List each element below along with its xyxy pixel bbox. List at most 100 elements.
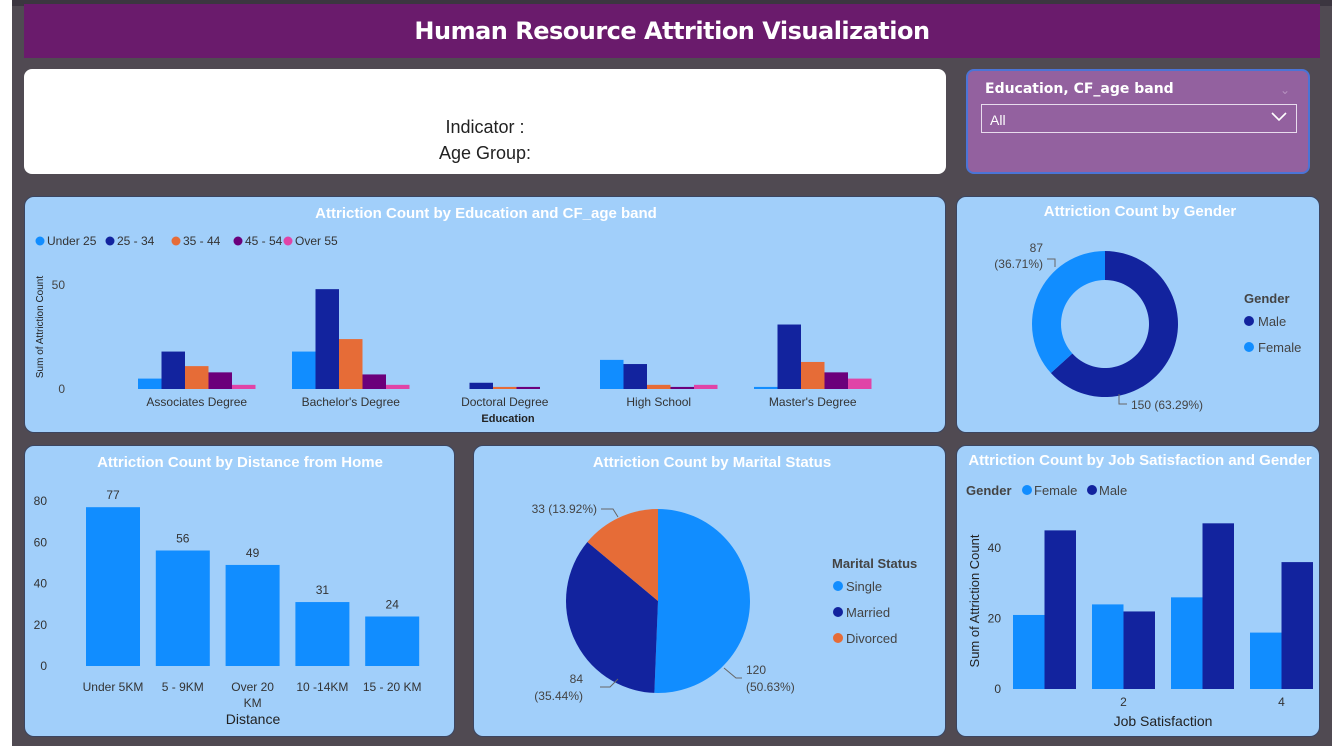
- report-title: Human Resource Attrition Visualization: [414, 17, 930, 45]
- chart-distance[interactable]: Attriction Count by Distance from Home 0 2…: [25, 446, 455, 737]
- bar-0-1: [1044, 530, 1076, 689]
- legend-marker-female: [1244, 342, 1254, 352]
- x-tick-label: Master's Degree: [769, 395, 857, 409]
- legend-marker-1: [105, 236, 115, 246]
- chart-title: Attriction Count by Education and CF_age…: [315, 205, 657, 222]
- slicer-selected-value: All: [990, 112, 1006, 128]
- chart-title: Attriction Count by Distance from Home: [97, 454, 383, 471]
- x-tick-label: 2: [1120, 695, 1127, 709]
- y-axis-title: Sum of Attriction Count: [35, 276, 46, 378]
- legend-title: Gender: [966, 483, 1012, 498]
- bar-3: [295, 602, 350, 666]
- legend-marker-married: [833, 607, 843, 617]
- data-label: 56: [176, 532, 190, 546]
- x-tick-label: Under 5KM: [83, 680, 144, 694]
- pie-slice-single: [654, 509, 751, 693]
- chart-job-satisfaction[interactable]: Attriction Count by Job Satisfaction and…: [957, 446, 1320, 737]
- age-group-label: Age Group:: [438, 142, 532, 163]
- bar-0-0: [138, 378, 162, 389]
- bar-2-3: [516, 386, 540, 389]
- chart-title: Attriction Count by Gender: [1044, 203, 1237, 220]
- legend-marker-male: [1087, 485, 1097, 495]
- chart-card-job-satisfaction: Attriction Count by Job Satisfaction and…: [956, 445, 1320, 737]
- legend-marker-male: [1244, 316, 1254, 326]
- legend-label: Male: [1099, 483, 1127, 498]
- indicator-card: Indicator : Age Group:: [24, 69, 946, 174]
- legend-label: Under 25: [47, 234, 97, 248]
- legend-label: Over 55: [295, 234, 338, 248]
- legend-label: Male: [1258, 314, 1286, 329]
- data-label-male: 150 (63.29%): [1131, 398, 1203, 412]
- data-label: 49: [246, 546, 260, 560]
- y-tick-label: 0: [994, 682, 1001, 696]
- x-tick-label: 5 - 9KM: [162, 680, 204, 694]
- y-tick-label: 0: [58, 382, 65, 396]
- y-tick-label: 50: [52, 278, 66, 292]
- x-axis-title: Distance: [226, 711, 281, 727]
- bar-1-4: [386, 384, 410, 389]
- bar-4: [365, 616, 420, 666]
- data-label-single-pct: (50.63%): [746, 680, 795, 694]
- indicator-label: Indicator :: [445, 116, 525, 137]
- leader-line-single: [723, 667, 742, 679]
- bar-3-3: [670, 386, 694, 389]
- legend-label: Divorced: [846, 631, 897, 646]
- data-label: 31: [316, 583, 330, 597]
- legend-marker-4: [283, 236, 293, 246]
- legend-marker-2: [171, 236, 181, 246]
- bar-4-4: [848, 378, 872, 389]
- chart-education-age[interactable]: Attriction Count by Education and CF_age…: [25, 197, 946, 433]
- legend-label: Female: [1034, 483, 1077, 498]
- legend-marker-female: [1022, 485, 1032, 495]
- data-label: 77: [106, 488, 120, 502]
- y-tick-label: 60: [34, 535, 48, 549]
- bar-2: [225, 564, 280, 666]
- legend-marker-single: [833, 581, 843, 591]
- chart-card-education-age: Attriction Count by Education and CF_age…: [24, 196, 946, 433]
- chart-card-distance: Attriction Count by Distance from Home 0 2…: [24, 445, 455, 737]
- bar-0: [86, 507, 140, 666]
- y-tick-label: 80: [34, 494, 48, 508]
- chart-gender[interactable]: Attriction Count by Gender 150 (63.29%) 87…: [957, 197, 1320, 433]
- chart-card-gender: Attriction Count by Gender 150 (63.29%) 87…: [956, 196, 1320, 433]
- leader-line-female: [1047, 258, 1056, 267]
- bar-4-2: [801, 361, 825, 389]
- bar-1-1: [315, 289, 339, 389]
- legend-marker-0: [35, 236, 45, 246]
- leader-line-divorced: [601, 508, 619, 518]
- data-label-married-value: 84: [570, 672, 584, 686]
- x-axis-title: Education: [481, 413, 534, 425]
- x-tick-label-line1: Over 20: [231, 680, 274, 694]
- bar-4-3: [824, 372, 848, 389]
- legend-label: 25 - 34: [117, 234, 155, 248]
- chevron-down-icon: [1271, 112, 1287, 122]
- bar-1-2: [339, 339, 363, 389]
- slicer-dropdown[interactable]: All: [981, 104, 1297, 133]
- legend-title: Gender: [1244, 291, 1290, 306]
- slicer-collapse-icon[interactable]: ⌄: [1280, 83, 1290, 97]
- legend-marker-3: [233, 236, 243, 246]
- bar-4-1: [777, 324, 801, 389]
- bar-3-1: [1281, 562, 1313, 689]
- chart-marital[interactable]: Attriction Count by Marital Status 120 (50…: [474, 446, 946, 737]
- bar-3-1: [623, 364, 647, 389]
- y-tick-label: 20: [34, 618, 48, 632]
- x-tick-label: 4: [1278, 695, 1285, 709]
- x-tick-label-line2: KM: [244, 696, 262, 710]
- bar-2-1: [1202, 523, 1234, 689]
- legend-label: 35 - 44: [183, 234, 221, 248]
- bar-0-4: [232, 384, 256, 389]
- bar-3-0: [600, 359, 624, 389]
- legend-label: 45 - 54: [245, 234, 283, 248]
- bar-2-1: [469, 382, 493, 389]
- y-tick-label: 40: [988, 541, 1002, 555]
- education-age-slicer[interactable]: Education, CF_age band ⌄ All: [966, 69, 1310, 174]
- bar-3-4: [694, 384, 718, 389]
- x-tick-label: Doctoral Degree: [461, 395, 549, 409]
- legend-marker-divorced: [833, 633, 843, 643]
- slicer-title: Education, CF_age band: [985, 81, 1174, 97]
- x-tick-label: Bachelor's Degree: [302, 395, 401, 409]
- bar-0-0: [1013, 614, 1045, 689]
- x-tick-label: 10 -14KM: [296, 680, 348, 694]
- x-tick-label: High School: [626, 395, 691, 409]
